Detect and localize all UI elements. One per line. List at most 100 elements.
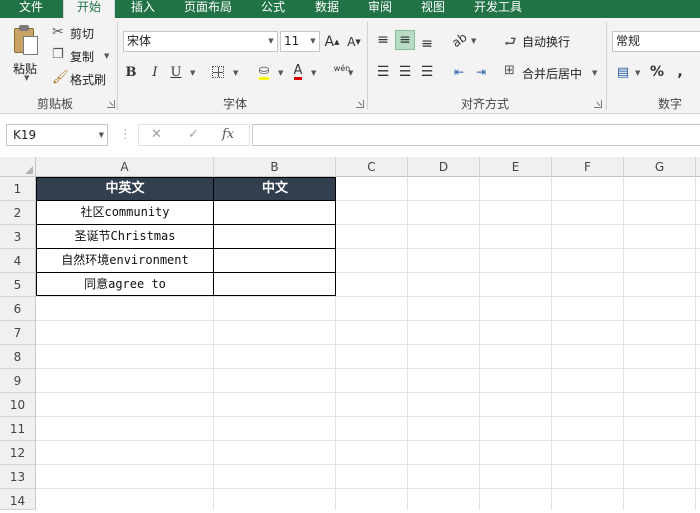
font-group-label: 字体	[222, 97, 247, 111]
tab-view[interactable]: 视图	[408, 0, 458, 18]
align-center-icon: ☰	[398, 64, 412, 80]
clipboard-launcher-icon[interactable]	[107, 100, 115, 108]
row-header[interactable]: 7	[0, 321, 36, 345]
chevron-down-icon[interactable]: ▼	[348, 69, 353, 77]
table-cell[interactable]	[214, 249, 336, 273]
fill-color-button[interactable]: ⛀	[254, 62, 274, 82]
wrap-text-button[interactable]: ⮐ 自动换行	[502, 30, 582, 50]
comma-style-button[interactable]: ,	[670, 62, 690, 82]
shrink-font-icon: A	[347, 35, 356, 49]
column-header-e[interactable]: E	[480, 157, 552, 177]
font-family-select[interactable]: 宋体 ▼	[123, 31, 278, 52]
copy-button[interactable]: ❐ 复制 ▼	[50, 47, 112, 65]
cancel-icon[interactable]: ✕	[151, 127, 162, 142]
table-header-cell[interactable]: 中英文	[36, 177, 214, 201]
row-header[interactable]: 14	[0, 489, 36, 510]
align-left-icon: ☰	[376, 64, 390, 80]
table-cell[interactable]: 自然环境environment	[36, 249, 214, 273]
row-header[interactable]: 1	[0, 177, 36, 201]
ribbon-tab-bar: 文件 开始 插入 页面布局 公式 数据 审阅 视图 开发工具	[0, 0, 700, 18]
row-header[interactable]: 4	[0, 249, 36, 273]
column-header-b[interactable]: B	[214, 157, 336, 177]
tab-home[interactable]: 开始	[63, 0, 115, 18]
align-bottom-button[interactable]: ≡	[417, 30, 437, 52]
align-center-button[interactable]: ☰	[395, 62, 415, 82]
tab-review[interactable]: 审阅	[355, 0, 405, 18]
orientation-button[interactable]: ab	[449, 30, 469, 50]
tab-formulas[interactable]: 公式	[248, 0, 298, 18]
column-header-a[interactable]: A	[36, 157, 214, 177]
paste-button[interactable]: 粘贴 ▼	[8, 20, 46, 82]
accounting-format-button[interactable]: ▤	[612, 62, 634, 82]
ribbon-home: 粘贴 ▼ ✂ 剪切 ❐ 复制 ▼ 🖌 格式刷 剪贴板 宋体 ▼ 11 ▼ A ▲ …	[0, 18, 700, 114]
alignment-launcher-icon[interactable]	[594, 100, 602, 108]
row-header[interactable]: 3	[0, 225, 36, 249]
italic-button[interactable]: I	[145, 62, 165, 82]
shrink-font-button[interactable]: A ▼	[344, 32, 364, 52]
table-cell[interactable]	[214, 201, 336, 225]
column-header-d[interactable]: D	[408, 157, 480, 177]
column-header-c[interactable]: C	[336, 157, 408, 177]
align-left-button[interactable]: ☰	[373, 62, 393, 82]
table-cell[interactable]: 社区community	[36, 201, 214, 225]
name-box-value: K19	[13, 128, 37, 142]
format-painter-button[interactable]: 🖌 格式刷	[50, 70, 110, 88]
align-middle-button[interactable]: ≡	[395, 30, 415, 50]
align-right-button[interactable]: ☰	[417, 62, 437, 82]
row-header[interactable]: 6	[0, 297, 36, 321]
formula-input[interactable]	[252, 124, 700, 146]
column-header-g[interactable]: G	[624, 157, 696, 177]
alignment-group-label: 对齐方式	[460, 97, 509, 111]
number-format-select[interactable]: 常规	[612, 31, 700, 52]
font-color-button[interactable]: A	[288, 62, 308, 82]
bold-button[interactable]: B	[121, 62, 141, 82]
table-cell[interactable]: 同意agree to	[36, 273, 214, 297]
underline-button[interactable]: U	[166, 62, 186, 82]
borders-button[interactable]	[208, 62, 228, 82]
percent-style-button[interactable]: %	[647, 62, 667, 82]
name-box[interactable]: K19 ▼	[6, 124, 108, 146]
column-header-f[interactable]: F	[552, 157, 624, 177]
row-header[interactable]: 2	[0, 201, 36, 225]
increase-indent-icon: ⇥	[475, 65, 487, 79]
table-header-cell[interactable]: 中文	[214, 177, 336, 201]
tab-data[interactable]: 数据	[302, 0, 352, 18]
chevron-down-icon[interactable]: ▼	[278, 69, 283, 77]
row-header[interactable]: 12	[0, 441, 36, 465]
tab-developer[interactable]: 开发工具	[462, 0, 534, 18]
insert-function-icon[interactable]: fx	[222, 127, 234, 142]
row-header[interactable]: 9	[0, 369, 36, 393]
chevron-down-icon[interactable]: ▼	[471, 37, 476, 45]
table-cell[interactable]: 圣诞节Christmas	[36, 225, 214, 249]
row-header[interactable]: 13	[0, 465, 36, 489]
chevron-down-icon[interactable]: ▼	[635, 69, 640, 77]
align-top-button[interactable]: ≡	[373, 30, 393, 50]
font-color-icon: A	[293, 62, 303, 80]
font-size-select[interactable]: 11 ▼	[280, 31, 320, 52]
select-all-button[interactable]	[0, 157, 36, 177]
chevron-down-icon[interactable]: ▼	[233, 69, 238, 77]
increase-indent-button[interactable]: ⇥	[471, 62, 491, 82]
row-header[interactable]: 5	[0, 273, 36, 297]
worksheet-grid[interactable]: A B C D E F G 1 2 3 4 5 6 7 8 9 10 11 12…	[0, 157, 700, 510]
tab-insert[interactable]: 插入	[118, 0, 168, 18]
merge-center-button[interactable]: ⊞ 合并后居中 ▼	[502, 62, 598, 82]
chevron-down-icon[interactable]: ▼	[311, 69, 316, 77]
wrap-text-label: 自动换行	[522, 35, 571, 49]
chevron-down-icon: ▼	[268, 37, 274, 45]
table-cell[interactable]	[214, 273, 336, 297]
font-size-value: 11	[284, 34, 300, 48]
enter-icon[interactable]: ✓	[188, 127, 199, 142]
row-header[interactable]: 10	[0, 393, 36, 417]
font-launcher-icon[interactable]	[356, 100, 364, 108]
chevron-down-icon[interactable]: ▼	[190, 69, 195, 77]
tab-page-layout[interactable]: 页面布局	[172, 0, 244, 18]
tab-file[interactable]: 文件	[0, 0, 62, 18]
row-header[interactable]: 11	[0, 417, 36, 441]
decrease-indent-button[interactable]: ⇤	[449, 62, 469, 82]
row-header[interactable]: 8	[0, 345, 36, 369]
table-cell[interactable]	[214, 225, 336, 249]
cut-button[interactable]: ✂ 剪切	[50, 24, 110, 42]
grow-font-button[interactable]: A ▲	[322, 32, 342, 52]
border-grid-icon	[212, 66, 224, 78]
